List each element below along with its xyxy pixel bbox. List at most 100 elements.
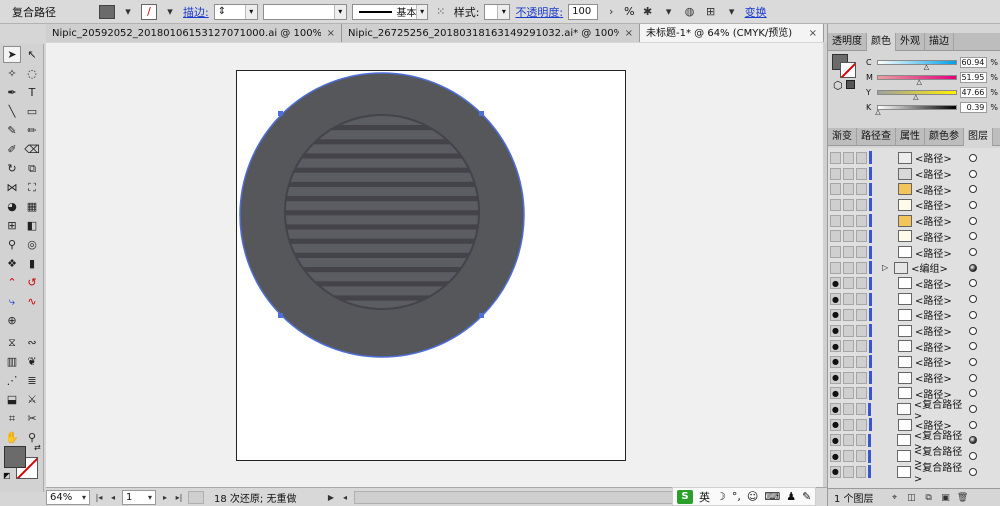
eye-icon[interactable]: ● xyxy=(830,293,841,306)
stroke-none-icon[interactable]: / xyxy=(141,3,157,20)
visibility-toggle[interactable] xyxy=(830,183,841,196)
target-icon[interactable] xyxy=(969,436,978,445)
target-icon[interactable] xyxy=(969,326,977,335)
target-icon[interactable] xyxy=(969,216,977,225)
eye-icon[interactable]: ● xyxy=(830,308,841,321)
chevron-down-icon[interactable]: ▾ xyxy=(145,493,155,502)
target-icon[interactable] xyxy=(969,279,977,288)
close-icon[interactable]: × xyxy=(327,25,335,42)
slider-handle-icon[interactable]: △ xyxy=(913,93,918,101)
free-transform-tool-icon[interactable]: ⛶ xyxy=(23,179,41,196)
target-icon[interactable] xyxy=(969,467,978,476)
eye-icon[interactable]: ● xyxy=(830,371,841,384)
horizontal-scrollbar[interactable] xyxy=(354,490,684,504)
stroke-weight-select[interactable]: ⇕ ▾ xyxy=(213,3,258,20)
chevron-down-icon[interactable]: ▾ xyxy=(661,4,677,20)
eye-icon[interactable]: ● xyxy=(830,355,841,368)
moon-icon[interactable]: ☽ xyxy=(716,490,726,503)
lock-toggle[interactable] xyxy=(843,277,854,290)
channel-value-input[interactable]: 47.66 xyxy=(959,86,988,98)
channel-slider[interactable]: △ xyxy=(875,104,957,115)
paintbrush-tool-icon[interactable]: ✎ xyxy=(3,122,21,139)
trash-icon[interactable]: 🗑 xyxy=(957,492,969,504)
chevron-down-icon[interactable]: ▾ xyxy=(497,4,510,19)
visibility-toggle[interactable] xyxy=(830,214,841,227)
knife-tool-icon[interactable]: ⚔ xyxy=(23,391,41,408)
smooth-tool-icon[interactable]: ∿ xyxy=(23,293,41,310)
eye-icon[interactable]: ● xyxy=(830,277,841,290)
rectangle-tool-icon[interactable]: ▭ xyxy=(23,103,41,120)
lock-toggle[interactable] xyxy=(843,293,854,306)
target-icon[interactable] xyxy=(969,389,977,398)
chevron-down-icon[interactable]: ▾ xyxy=(724,4,740,20)
artboard[interactable] xyxy=(236,70,626,461)
target-icon[interactable] xyxy=(969,295,977,304)
eye-icon[interactable]: ● xyxy=(830,465,841,478)
perspective-grid-tool-icon[interactable]: ▦ xyxy=(23,198,41,215)
eye-icon[interactable]: ● xyxy=(830,418,841,431)
layer-row[interactable]: ● <路径> xyxy=(828,370,1000,386)
default-colors-icon[interactable]: ◩ xyxy=(3,471,11,480)
panel-tab[interactable]: 颜色参 xyxy=(925,128,964,146)
target-icon[interactable] xyxy=(969,452,978,461)
lasso-tool-icon[interactable]: ◌ xyxy=(23,65,41,82)
next-page-icon[interactable]: ▸ xyxy=(160,493,170,502)
chevron-down-icon[interactable]: ▾ xyxy=(333,4,346,19)
channel-value-input[interactable]: 0.39 xyxy=(959,101,988,113)
panel-stroke-swatch[interactable] xyxy=(840,62,856,78)
hand-tool-icon[interactable]: ✋ xyxy=(3,429,21,446)
lock-toggle[interactable] xyxy=(843,324,854,337)
anchor-point[interactable] xyxy=(479,111,484,116)
crosshair-tool-icon[interactable]: ⊕ xyxy=(3,312,21,329)
first-page-icon[interactable]: |◂ xyxy=(94,493,104,502)
new-layer-icon[interactable]: ▣ xyxy=(940,492,952,504)
chevron-down-icon[interactable]: ▾ xyxy=(162,4,178,20)
doc-tab[interactable]: 未标题-1* @ 64% (CMYK/预览) × xyxy=(640,24,824,42)
last-page-icon[interactable]: ▸| xyxy=(174,493,184,502)
artwork[interactable] xyxy=(237,71,627,462)
chevron-down-icon[interactable]: ▾ xyxy=(416,4,427,19)
chevron-right-icon[interactable]: › xyxy=(603,4,619,20)
slider-handle-icon[interactable]: △ xyxy=(917,78,922,86)
lock-toggle[interactable] xyxy=(843,371,854,384)
locate-object-icon[interactable]: ⌖ xyxy=(889,492,901,504)
options-icon[interactable]: ⁙ xyxy=(433,4,449,20)
eye-icon[interactable]: ● xyxy=(830,450,841,463)
chevron-down-icon[interactable]: ▾ xyxy=(79,493,89,502)
layer-row[interactable]: ● <路径> xyxy=(828,338,1000,354)
layer-row[interactable]: ● <路径> xyxy=(828,354,1000,370)
chevron-down-icon[interactable]: ▾ xyxy=(120,4,136,20)
live-paint-tool-icon[interactable]: ⬓ xyxy=(3,391,21,408)
target-icon[interactable] xyxy=(969,342,977,351)
visibility-toggle[interactable] xyxy=(830,230,841,243)
mesh-tool-icon[interactable]: ⊞ xyxy=(3,217,21,234)
target-icon[interactable] xyxy=(969,232,977,241)
width-tool-icon[interactable]: ⋈ xyxy=(3,179,21,196)
graph-tool-icon[interactable]: ▮ xyxy=(23,255,41,272)
crop-tool-icon[interactable]: ⌗ xyxy=(3,410,21,427)
target-icon[interactable] xyxy=(969,357,977,366)
slider-handle-icon[interactable]: △ xyxy=(875,108,880,116)
panel-tab[interactable]: 渐变 xyxy=(828,128,857,146)
eye-icon[interactable]: ● xyxy=(830,324,841,337)
target-icon[interactable] xyxy=(969,405,978,414)
lock-toggle[interactable] xyxy=(843,246,854,259)
variable-width-select[interactable]: ▾ xyxy=(262,3,347,20)
anchor-point[interactable] xyxy=(278,313,283,318)
panel-tab[interactable]: 透明度 xyxy=(828,33,867,51)
layer-row[interactable]: ● <路径> xyxy=(828,323,1000,339)
lock-toggle[interactable] xyxy=(843,167,854,180)
target-icon[interactable] xyxy=(969,248,977,257)
anchor-point[interactable] xyxy=(479,313,484,318)
artboard-tool-icon[interactable]: ⧖ xyxy=(3,334,21,351)
layer-row[interactable]: <路径> xyxy=(828,181,1000,197)
stroke-link[interactable]: 描边: xyxy=(183,4,209,20)
layer-row[interactable]: <路径> xyxy=(828,213,1000,229)
layer-row[interactable]: <路径> xyxy=(828,166,1000,182)
visibility-toggle[interactable] xyxy=(830,151,841,164)
layer-row[interactable]: <路径> xyxy=(828,244,1000,260)
status-menu-icon[interactable]: ▶ xyxy=(326,493,336,502)
gradient-tool-icon[interactable]: ◧ xyxy=(23,217,41,234)
panel-tab[interactable]: 描边 xyxy=(925,33,954,51)
blend-tool-icon[interactable]: ◎ xyxy=(23,236,41,253)
